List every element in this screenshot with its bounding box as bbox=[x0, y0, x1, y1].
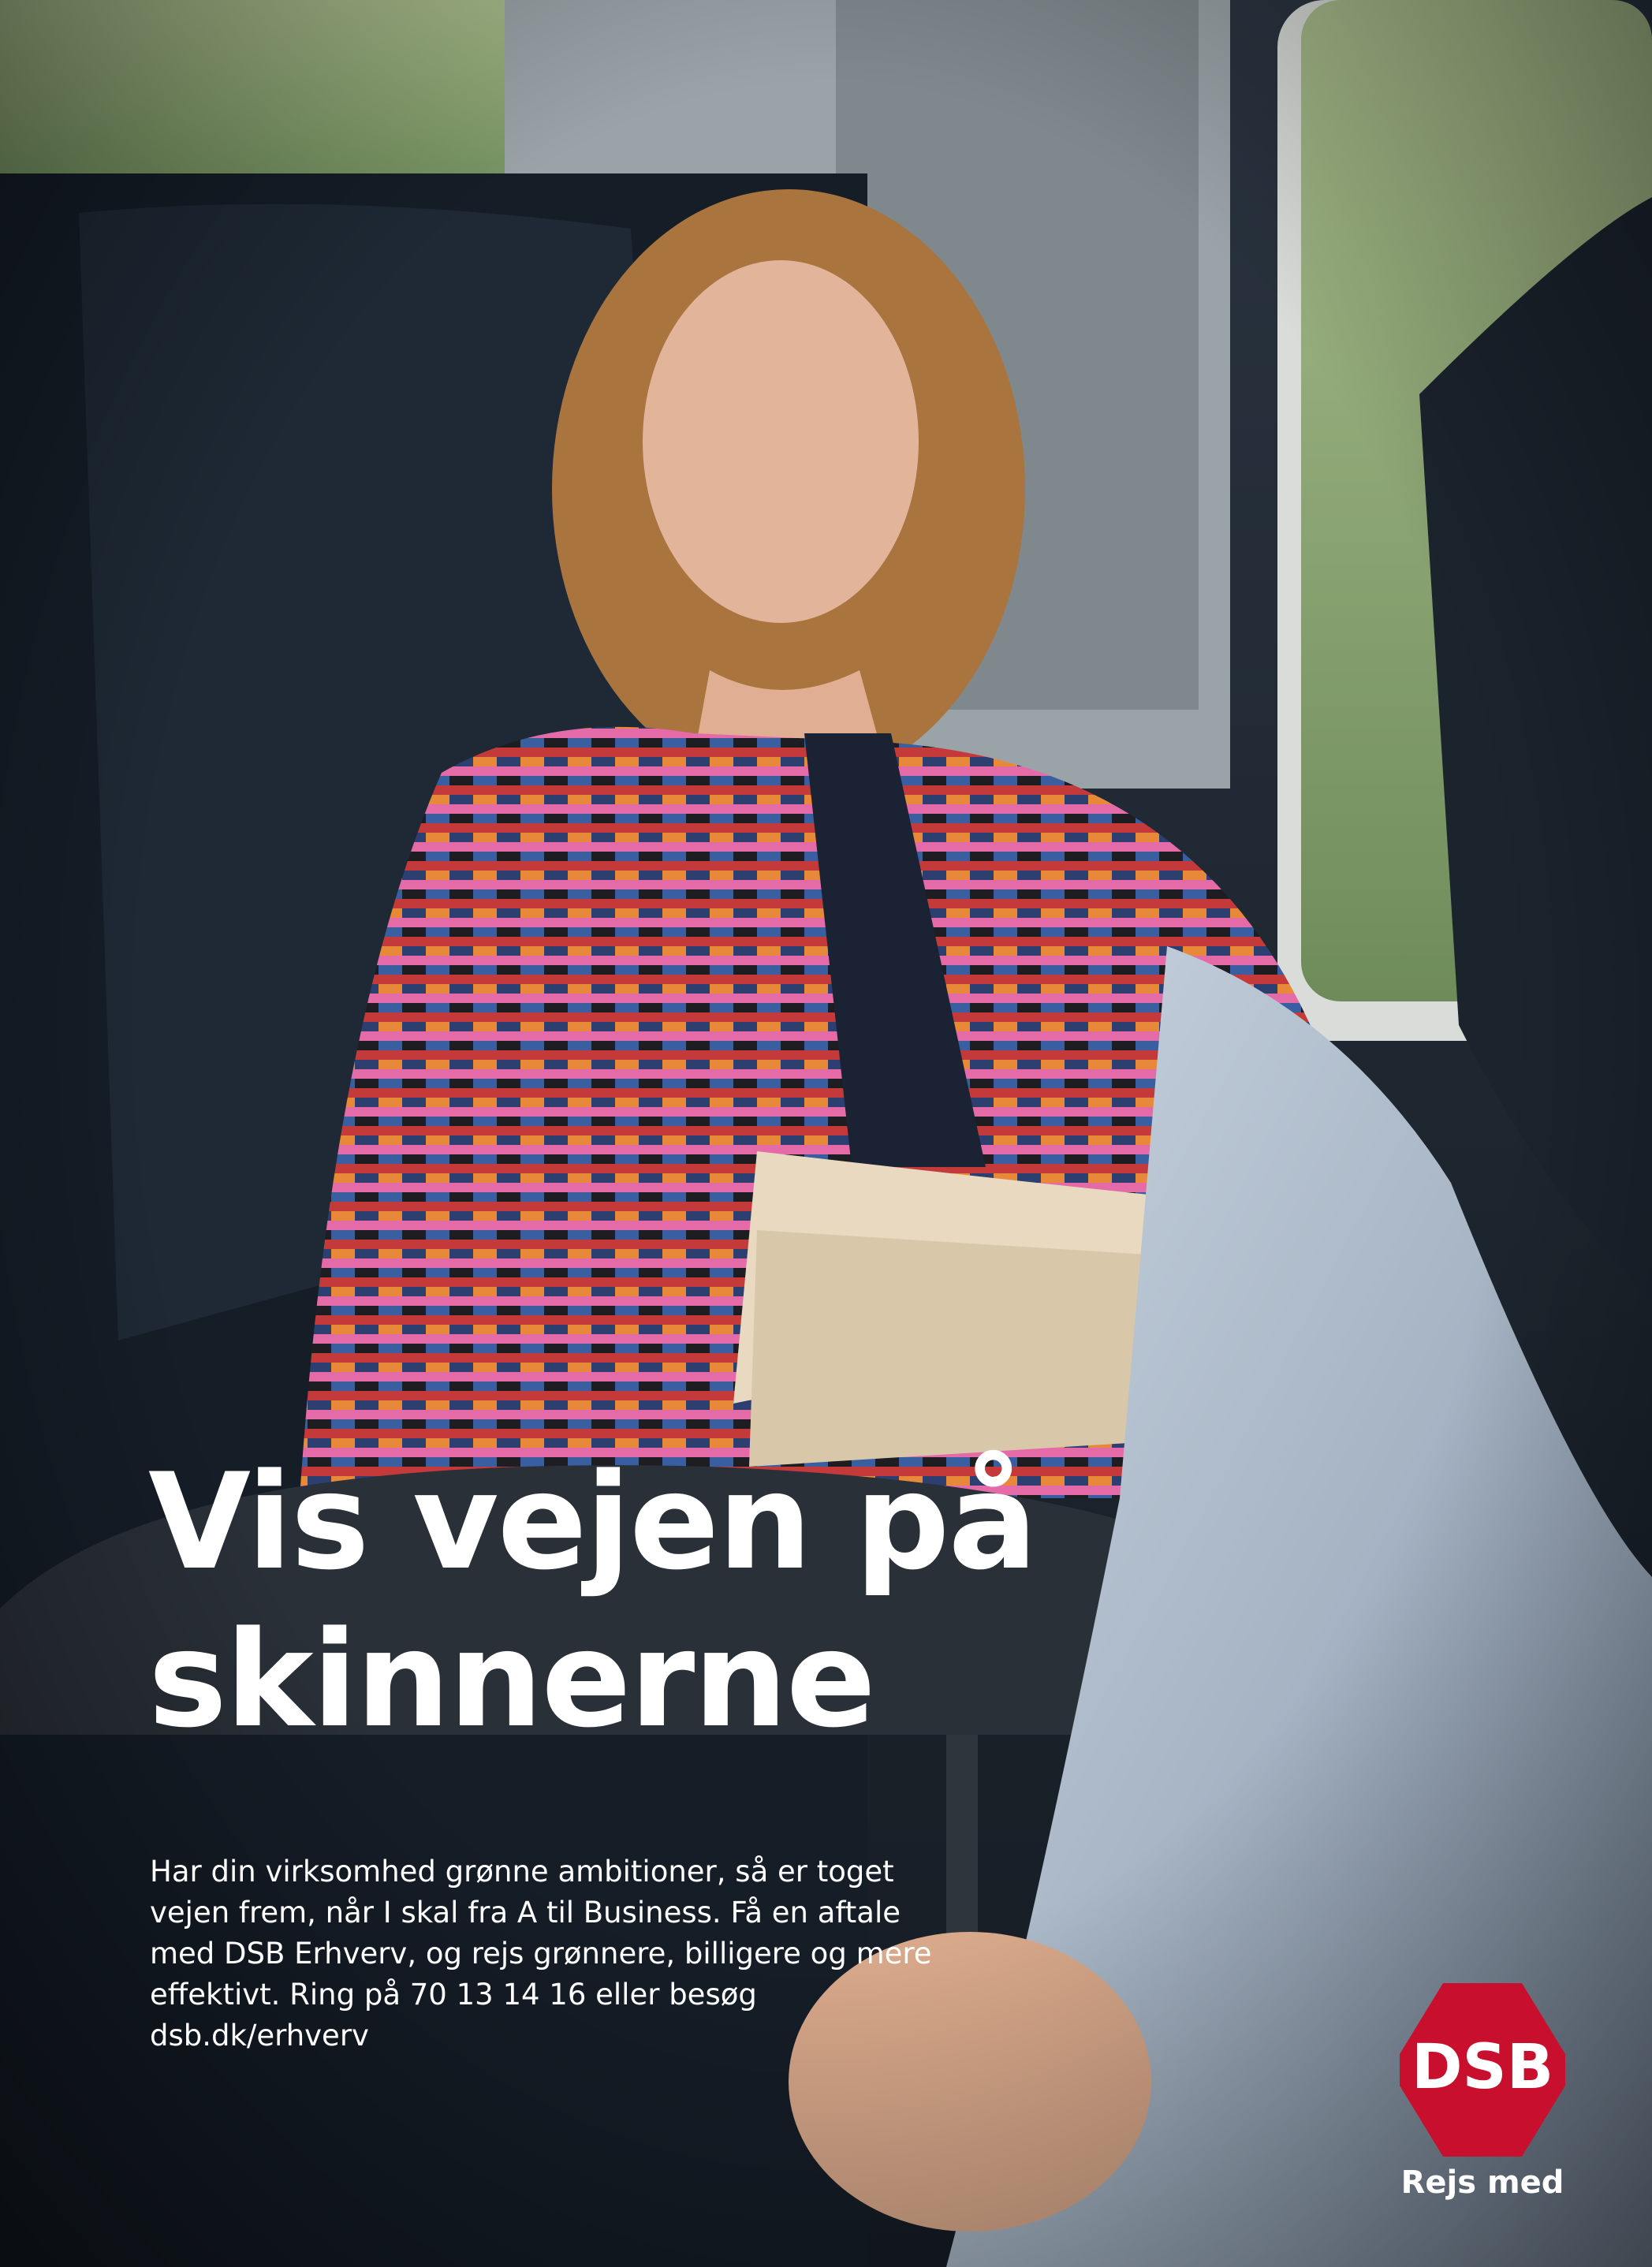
body-copy: Har din virksomhed grønne ambitioner, så… bbox=[150, 1855, 932, 2053]
logo-tagline: Rejs med bbox=[1400, 2164, 1564, 2201]
headline-line-1: Vis vejen på bbox=[148, 1445, 1038, 1599]
ad-poster: Vis vejen på skinnerne Har din virksomhe… bbox=[0, 0, 1652, 2267]
logo-text: DSB bbox=[1411, 2032, 1553, 2103]
headline: Vis vejen på skinnerne bbox=[148, 1443, 1173, 1758]
headline-line-2: skinnerne bbox=[148, 1602, 876, 1757]
dsb-logo-icon: DSB bbox=[1400, 1983, 1565, 2157]
